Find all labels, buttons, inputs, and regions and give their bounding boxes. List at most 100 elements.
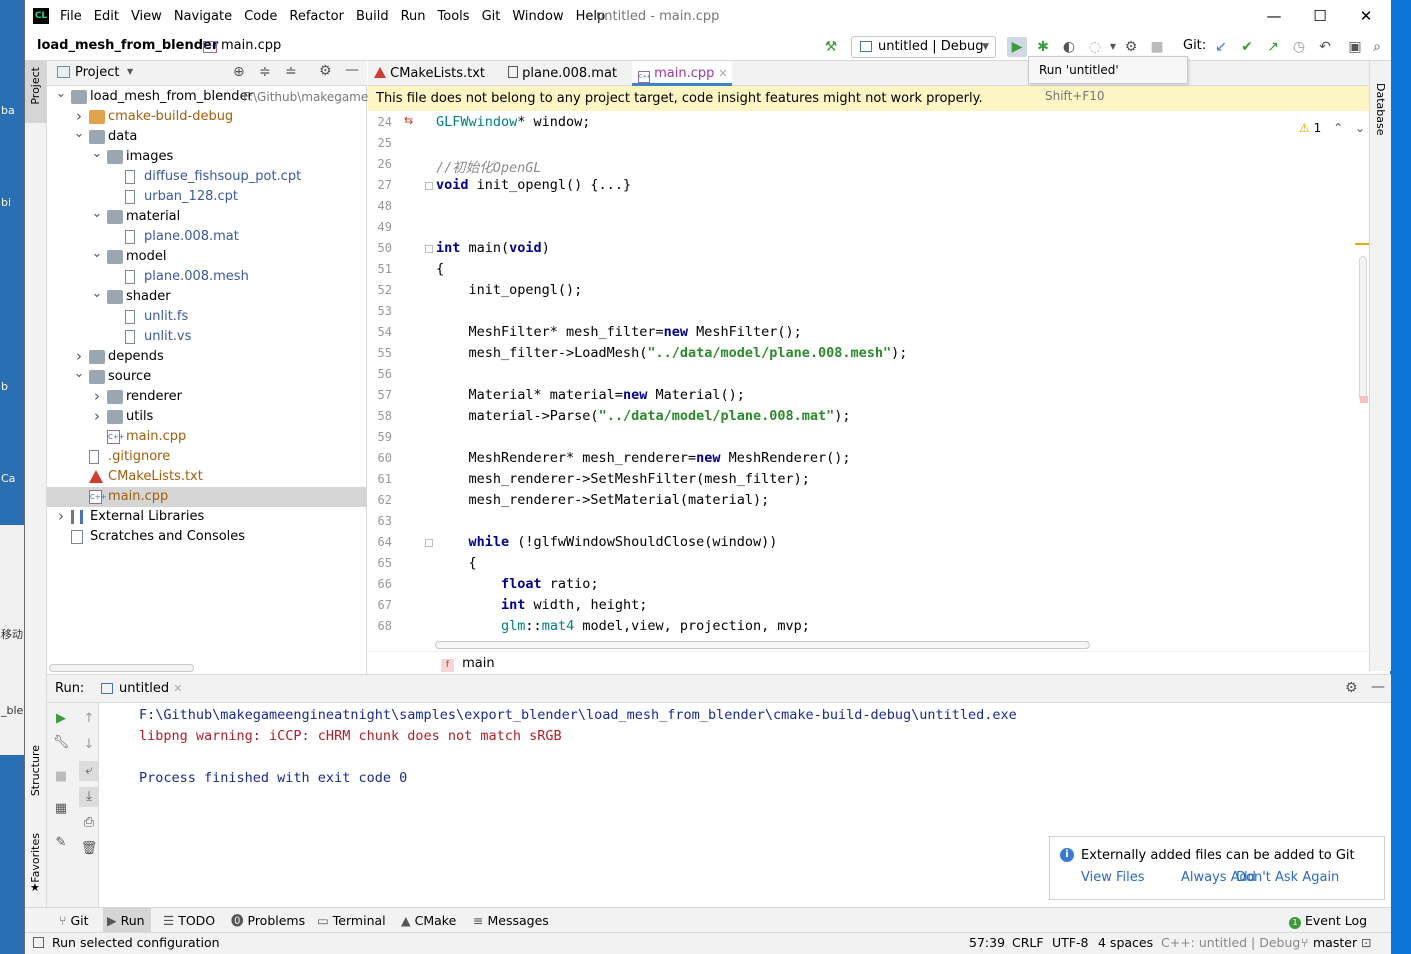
more-run-dropdown-icon[interactable]: ▼ [1103, 37, 1123, 57]
tree-item[interactable]: › External Libraries [47, 507, 367, 527]
structure-tool-tab[interactable]: Structure [25, 741, 47, 811]
fold-marker-icon[interactable] [425, 245, 433, 253]
minimize-button[interactable]: — [1251, 5, 1297, 27]
tab-cmakelists[interactable]: CMakeLists.txt ✕ [368, 61, 493, 105]
git-commit-icon[interactable]: ✔ [1237, 37, 1257, 57]
code-view[interactable]: 24 GLFWwindow* window; 25 26 //初始化OpenGL 27 vo… [368, 111, 1358, 646]
tree-item[interactable]: › depends [47, 347, 367, 367]
menu-git[interactable]: Git [482, 9, 501, 24]
fold-marker-icon[interactable] [425, 539, 433, 547]
tree-item[interactable]: ⌄ material [47, 207, 367, 227]
build-hammer-icon[interactable]: ⚒ [821, 37, 841, 57]
tree-item[interactable]: › cmake-build-debug [47, 107, 367, 127]
tab-git[interactable]: ⑂ Git [55, 908, 89, 933]
close-icon[interactable]: ✕ [719, 67, 728, 80]
gear-icon[interactable]: ⚙ [1345, 680, 1358, 696]
profile-icon[interactable]: ◌ [1085, 37, 1105, 57]
chevron-right-icon[interactable]: › [91, 407, 103, 426]
chevron-down-icon[interactable]: ⌄ [73, 367, 85, 381]
trash-icon[interactable]: 🗑︎ [79, 839, 99, 859]
menu-refactor[interactable]: Refactor [289, 9, 344, 24]
maximize-button[interactable]: ☐ [1297, 5, 1343, 27]
git-push-icon[interactable]: ↗ [1263, 37, 1283, 57]
menu-window[interactable]: Window [512, 9, 563, 24]
tree-item[interactable]: C++ main.cpp [47, 487, 367, 507]
rerun-icon[interactable]: ▶ [51, 709, 71, 729]
toggle-tool-windows-icon[interactable] [33, 937, 44, 948]
tab-main-cpp[interactable]: C++ main.cpp ✕ [632, 61, 732, 86]
line-separator[interactable]: CRLF [1012, 933, 1044, 953]
chevron-down-icon[interactable]: ⌄ [73, 127, 85, 141]
git-update-icon[interactable]: ↙ [1211, 37, 1231, 57]
chevron-right-icon[interactable]: › [91, 387, 103, 406]
chevron-right-icon[interactable]: › [73, 347, 85, 366]
menu-edit[interactable]: Edit [94, 9, 119, 24]
layout-icon[interactable]: ▦ [51, 799, 71, 819]
menu-tools[interactable]: Tools [438, 9, 470, 24]
chevron-right-icon[interactable]: › [55, 507, 67, 526]
tree-item[interactable]: ⌄ shader [47, 287, 367, 307]
editor-horizontal-scrollbar[interactable] [435, 641, 1090, 649]
lock-icon[interactable]: ⊡ [1361, 933, 1371, 953]
git-rollback-icon[interactable]: ↶ [1315, 37, 1335, 57]
stop-icon[interactable]: ■ [1147, 37, 1167, 57]
breadcrumb-function[interactable]: main [462, 656, 494, 671]
tab-plane-mat[interactable]: plane.008.mat ✕ [502, 61, 627, 105]
indent-setting[interactable]: 4 spaces [1098, 933, 1153, 953]
tree-item[interactable]: CMakeLists.txt [47, 467, 367, 487]
menu-run[interactable]: Run [401, 9, 426, 24]
chevron-down-icon[interactable]: ⌄ [91, 247, 103, 261]
tree-item[interactable]: ⌄ data [47, 127, 367, 147]
file-encoding[interactable]: UTF-8 [1052, 933, 1088, 953]
chevron-down-icon[interactable]: ▼ [127, 67, 133, 76]
tree-item[interactable]: .gitignore [47, 447, 367, 467]
menu-code[interactable]: Code [244, 9, 277, 24]
dont-ask-again-link[interactable]: Don't Ask Again [1236, 870, 1339, 885]
tree-item[interactable]: plane.008.mesh [47, 267, 367, 287]
tab-cmake[interactable]: ▲ CMake [397, 908, 456, 933]
language-context[interactable]: C++: untitled | Debug [1161, 933, 1300, 953]
tree-item[interactable]: › renderer [47, 387, 367, 407]
tree-item[interactable]: urban_128.cpt [47, 187, 367, 207]
horizontal-scrollbar[interactable] [49, 664, 194, 672]
close-icon[interactable]: ✕ [173, 682, 182, 695]
project-view-select[interactable]: Project [75, 65, 119, 80]
tab-terminal[interactable]: ▭ Terminal [313, 908, 386, 933]
menu-navigate[interactable]: Navigate [174, 9, 232, 24]
attach-process-icon[interactable]: ⚙ [1121, 37, 1141, 57]
tab-run[interactable]: ▶ Run [103, 908, 151, 933]
menu-build[interactable]: Build [356, 9, 389, 24]
vertical-scrollbar[interactable] [1359, 256, 1367, 401]
project-structure-icon[interactable]: ▣ [1345, 37, 1365, 57]
git-branch[interactable]: master [1313, 933, 1357, 953]
gear-icon[interactable]: ⚙ [319, 63, 332, 79]
tree-item[interactable]: Scratches and Consoles [47, 527, 367, 547]
stop-icon[interactable]: ■ [51, 767, 71, 787]
chevron-down-icon[interactable]: ⌄ [91, 287, 103, 301]
tree-item[interactable]: ⌄ source [47, 367, 367, 387]
tree-item[interactable]: diffuse_fishsoup_pot.cpt [47, 167, 367, 187]
project-tool-tab[interactable]: Project [25, 61, 47, 123]
tab-event-log[interactable]: 1 Event Log [1285, 908, 1367, 933]
run-tab-untitled[interactable]: untitled ✕ [97, 675, 191, 703]
caret-position[interactable]: 57:39 [969, 933, 1005, 953]
tree-item[interactable]: ⌄ images [47, 147, 367, 167]
run-icon[interactable]: ▶ [1007, 37, 1027, 57]
tree-item[interactable]: unlit.fs [47, 307, 367, 327]
tab-messages[interactable]: ≡ Messages [469, 908, 549, 933]
chevron-down-icon[interactable]: ⌄ [55, 87, 67, 101]
run-configuration-select[interactable]: untitled | Debug ▼ [851, 36, 996, 58]
coverage-icon[interactable]: ◐ [1059, 37, 1079, 57]
hide-panel-icon[interactable]: — [1371, 679, 1385, 695]
favorites-tool-tab[interactable]: Favorites ★ [25, 829, 47, 899]
tree-item[interactable]: › utils [47, 407, 367, 427]
breadcrumb-project[interactable]: load_mesh_from_blender [37, 38, 218, 53]
collapse-all-icon[interactable]: ≐ [285, 64, 297, 80]
fold-marker-icon[interactable] [425, 182, 433, 190]
chevron-right-icon[interactable]: › [73, 107, 85, 126]
pin-icon[interactable]: ✎ [51, 833, 71, 853]
locate-icon[interactable]: ⊕ [233, 64, 245, 80]
menu-view[interactable]: View [131, 9, 162, 24]
tab-problems[interactable]: ⓿ Problems [227, 908, 305, 933]
tree-item[interactable]: ⌄ load_mesh_from_blender F:\Github\makegam… [47, 87, 368, 107]
